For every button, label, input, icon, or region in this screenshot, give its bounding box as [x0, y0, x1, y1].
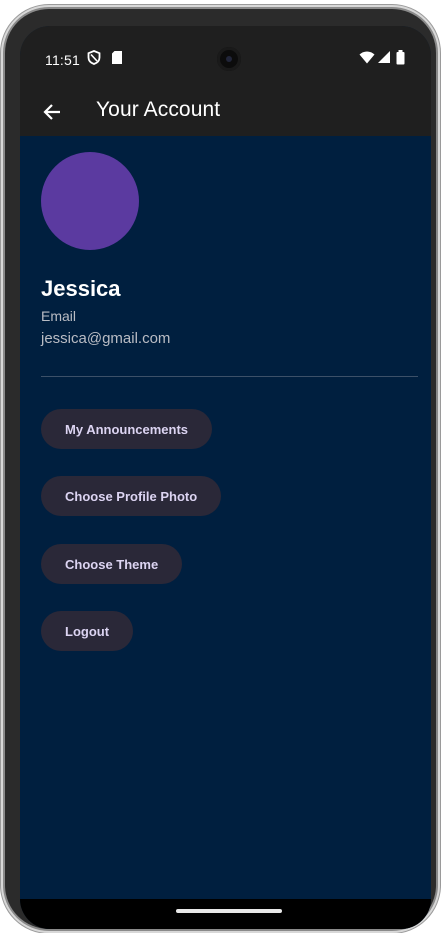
- shield-icon: [86, 49, 102, 65]
- email-label: Email: [41, 308, 77, 324]
- screen: 11:51 Your Account Jessica Email jessica…: [20, 26, 431, 929]
- user-name: Jessica: [41, 276, 121, 301]
- phone-frame: 11:51 Your Account Jessica Email jessica…: [5, 9, 436, 929]
- divider: [41, 376, 418, 377]
- app-bar: Your Account: [20, 88, 431, 136]
- my-announcements-label: My Announcements: [65, 421, 189, 437]
- logout-label: Logout: [65, 623, 110, 639]
- choose-theme-button[interactable]: Choose Theme: [41, 544, 183, 584]
- avatar: [41, 152, 139, 250]
- navigation-bar: [20, 899, 431, 929]
- account-content: Jessica Email jessica@gmail.com My Annou…: [20, 136, 431, 899]
- status-bar: 11:51: [20, 26, 431, 88]
- cellular-signal-icon: [376, 49, 392, 65]
- logout-button[interactable]: Logout: [41, 611, 134, 651]
- page-title: Your Account: [96, 98, 221, 121]
- my-announcements-button[interactable]: My Announcements: [41, 409, 213, 449]
- battery-icon: [392, 49, 408, 65]
- status-time: 11:51: [45, 52, 80, 68]
- wifi-icon: [359, 49, 375, 65]
- front-camera: [217, 47, 241, 71]
- arrow-left-icon[interactable]: [38, 98, 66, 126]
- choose-profile-photo-button[interactable]: Choose Profile Photo: [41, 476, 222, 516]
- choose-profile-photo-label: Choose Profile Photo: [65, 488, 198, 504]
- home-indicator[interactable]: [176, 909, 282, 913]
- email-value: jessica@gmail.com: [41, 330, 171, 347]
- choose-theme-label: Choose Theme: [65, 556, 159, 572]
- sd-card-icon: [109, 49, 125, 65]
